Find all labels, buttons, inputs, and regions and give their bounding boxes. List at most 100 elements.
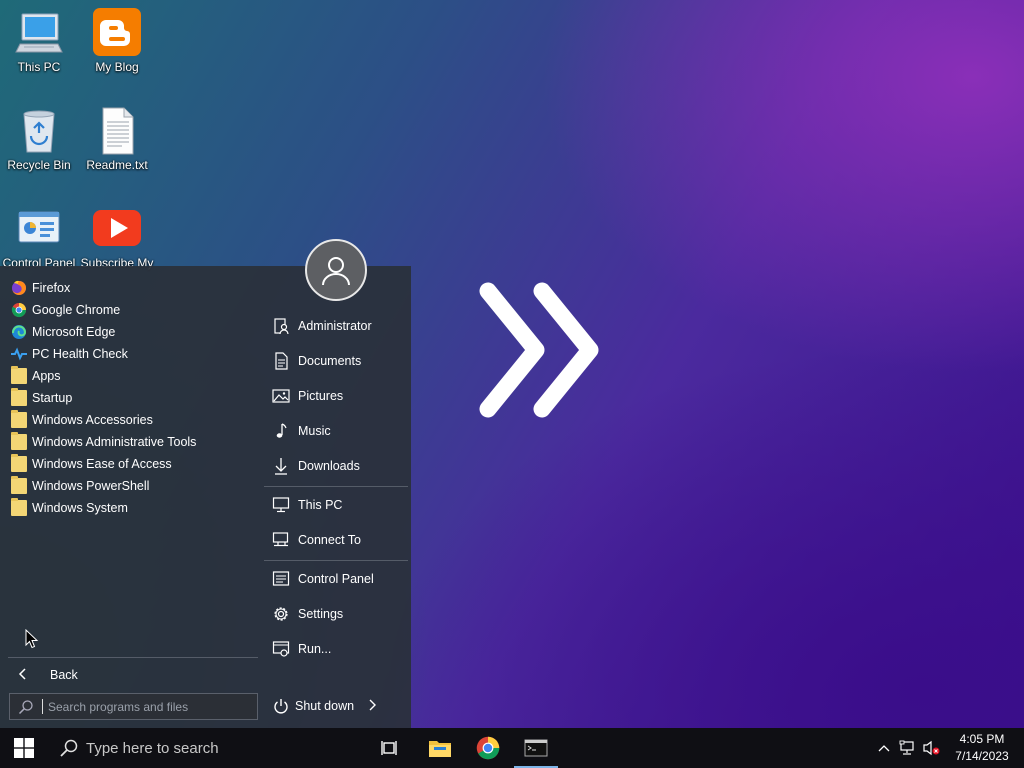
power-icon [272, 697, 290, 715]
firefox-icon [11, 280, 27, 296]
desktop-icon-my-blog[interactable]: My Blog [77, 8, 157, 74]
desktop-icon-label: Readme.txt [86, 158, 148, 172]
program-item-startup[interactable]: Startup [0, 387, 262, 409]
volume-button[interactable] [920, 728, 944, 768]
program-label: Windows PowerShell [32, 479, 150, 493]
place-item-documents[interactable]: Documents [270, 346, 408, 376]
program-item-edge[interactable]: Microsoft Edge [0, 321, 262, 343]
search-icon [60, 739, 78, 757]
program-item-windows-administrative-tools[interactable]: Windows Administrative Tools [0, 431, 262, 453]
file-explorer-button[interactable] [416, 728, 464, 768]
program-label: Windows Accessories [32, 413, 153, 427]
music-icon [271, 421, 291, 441]
back-label: Back [50, 668, 78, 682]
program-item-windows-powershell[interactable]: Windows PowerShell [0, 475, 262, 497]
program-label: Windows Ease of Access [32, 457, 172, 471]
folder-icon [11, 454, 27, 472]
start-menu: Firefox Google Chrome Microsoft Edge PC … [0, 266, 411, 728]
mouse-cursor-icon [25, 628, 39, 654]
place-item-run[interactable]: Run... [270, 634, 408, 664]
documents-icon [271, 351, 291, 371]
back-button[interactable]: Back [8, 664, 258, 686]
taskbar-clock[interactable]: 4:05 PM 7/14/2023 [948, 731, 1016, 765]
desktop-icon-subscribe[interactable]: Subscribe My [77, 204, 157, 270]
desktop-icon-label: My Blog [95, 60, 139, 74]
place-label: Settings [298, 607, 344, 621]
edge-icon [11, 324, 27, 340]
text-file-icon [92, 106, 142, 156]
chevron-left-icon [8, 667, 38, 684]
program-label: Windows Administrative Tools [32, 435, 197, 449]
program-list: Firefox Google Chrome Microsoft Edge PC … [0, 277, 262, 519]
place-label: Administrator [298, 319, 372, 333]
place-label: This PC [298, 498, 343, 512]
network-button[interactable] [896, 728, 920, 768]
divider [264, 486, 408, 487]
place-label: Documents [298, 354, 362, 368]
network-icon [899, 740, 914, 755]
program-item-apps[interactable]: Apps [0, 365, 262, 387]
folder-icon [11, 366, 27, 384]
program-label: Firefox [32, 281, 71, 295]
taskbar-search-placeholder: Type here to search [86, 739, 219, 757]
place-item-music[interactable]: Music [270, 416, 408, 446]
start-search-box[interactable] [9, 693, 258, 720]
clock-time: 4:05 PM [959, 732, 1005, 746]
double-chevron-graphic [470, 275, 610, 430]
place-item-downloads[interactable]: Downloads [270, 451, 408, 481]
place-label: Pictures [298, 389, 344, 403]
place-item-pictures[interactable]: Pictures [270, 381, 408, 411]
place-item-administrator[interactable]: Administrator [270, 311, 408, 341]
user-folder-icon [271, 316, 291, 336]
chrome-icon [11, 302, 27, 318]
taskbar-search[interactable]: Type here to search [48, 728, 358, 768]
place-label: Music [298, 424, 331, 438]
place-item-this-pc[interactable]: This PC [270, 490, 408, 520]
windows-logo-icon [14, 738, 34, 758]
program-label: Google Chrome [32, 303, 121, 317]
connect-icon [271, 530, 291, 550]
chevron-up-icon [878, 745, 890, 752]
user-avatar[interactable] [305, 239, 367, 301]
place-label: Connect To [298, 533, 362, 547]
folder-icon [11, 498, 27, 516]
start-search-input[interactable] [48, 699, 248, 714]
gear-icon [271, 604, 291, 624]
program-item-firefox[interactable]: Firefox [0, 277, 262, 299]
command-prompt-taskbar-button[interactable] [512, 728, 560, 768]
desktop-icon-recycle-bin[interactable]: Recycle Bin [0, 106, 79, 172]
place-item-settings[interactable]: Settings [270, 599, 408, 629]
program-label: Startup [32, 391, 73, 405]
desktop-icon-this-pc[interactable]: This PC [0, 8, 79, 74]
program-item-windows-ease-of-access[interactable]: Windows Ease of Access [0, 453, 262, 475]
control-panel-icon [14, 204, 64, 254]
show-hidden-icons-button[interactable] [872, 728, 896, 768]
program-item-pc-health-check[interactable]: PC Health Check [0, 343, 262, 365]
task-view-button[interactable] [366, 728, 414, 768]
program-item-chrome[interactable]: Google Chrome [0, 299, 262, 321]
place-item-control-panel[interactable]: Control Panel [270, 564, 408, 594]
text-caret [42, 699, 43, 714]
pictures-icon [271, 386, 291, 406]
desktop-icon-readme[interactable]: Readme.txt [77, 106, 157, 172]
folder-icon [11, 476, 27, 494]
program-item-windows-accessories[interactable]: Windows Accessories [0, 409, 262, 431]
program-label: Apps [32, 369, 61, 383]
file-explorer-icon [429, 741, 451, 757]
youtube-icon [92, 204, 142, 254]
program-item-windows-system[interactable]: Windows System [0, 497, 262, 519]
shutdown-button[interactable]: Shut down [272, 693, 402, 719]
blogger-icon [92, 8, 142, 58]
chrome-taskbar-button[interactable] [464, 728, 512, 768]
desktop-icon-control-panel[interactable]: Control Panel [0, 204, 79, 270]
place-item-connect-to[interactable]: Connect To [270, 525, 408, 555]
user-icon [322, 257, 350, 286]
start-button[interactable] [0, 728, 48, 768]
program-label: PC Health Check [32, 347, 128, 361]
program-label: Microsoft Edge [32, 325, 116, 339]
system-tray: 4:05 PM 7/14/2023 [872, 728, 1024, 768]
run-icon [271, 639, 291, 659]
chevron-right-icon[interactable] [368, 698, 377, 714]
start-menu-places-pane: Administrator Documents Pictures Music D… [262, 266, 411, 728]
search-icon [10, 694, 42, 719]
